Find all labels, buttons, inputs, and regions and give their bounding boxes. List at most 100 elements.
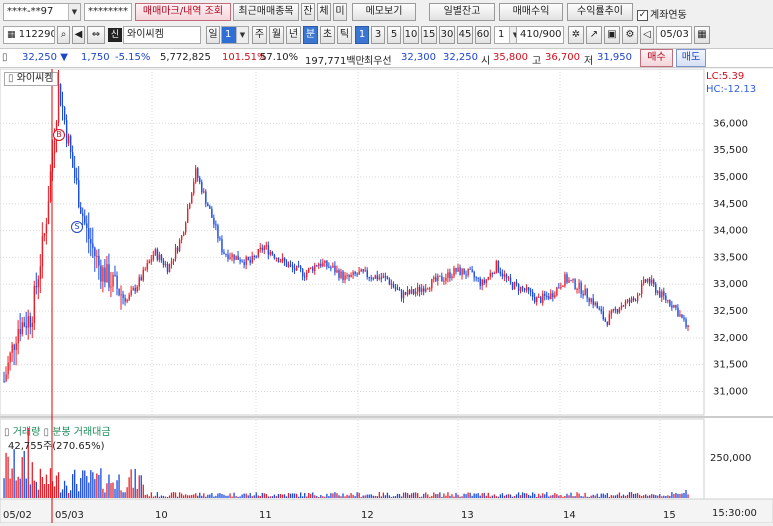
chevron-left-icon[interactable]: ◁ [640, 26, 654, 44]
volume-bar [19, 478, 21, 498]
interval-15-button[interactable]: 15 [421, 26, 437, 44]
recent-trades-button[interactable]: 최근매매종목 [233, 3, 299, 21]
chevron-down-icon[interactable]: ▼ [68, 4, 80, 20]
stock-code-input[interactable]: ▦ 112290 [3, 26, 55, 44]
candlestick-chart[interactable]: 31,000 31,500 32,000 32,500 33,000 33,500 34,0… [0, 68, 773, 524]
search-icon[interactable]: ⌕ [57, 26, 70, 44]
candle-body [302, 269, 304, 277]
stock-name-field[interactable]: 와이씨켐 [123, 26, 201, 44]
speaker-icon[interactable]: ◀ [72, 26, 85, 44]
volume-bar [118, 474, 120, 498]
period-second-button[interactable]: 초 [320, 26, 335, 44]
password-field[interactable]: ******** [84, 3, 132, 21]
volume-bar [610, 495, 613, 498]
interval-5-button[interactable]: 5 [387, 26, 401, 44]
volume-bar [532, 492, 534, 498]
price-chart-area[interactable]: 31,000 31,500 32,000 32,500 33,000 33,500 34,0… [0, 68, 773, 524]
candle-body [378, 277, 381, 280]
stock-legend[interactable]: ▯ 와이씨켐 [4, 72, 58, 86]
buy-marker[interactable]: B [53, 129, 65, 141]
arrows-icon[interactable]: ⇔ [87, 26, 105, 44]
sell-marker[interactable]: S [71, 221, 83, 233]
daily-balance-button[interactable]: 일별잔고 [429, 3, 495, 21]
volume-bar [15, 480, 17, 498]
low-price: 31,950 [597, 52, 632, 63]
candle-body [140, 277, 142, 281]
account-select[interactable]: ****-**97 ▼ [3, 3, 81, 21]
balance-button[interactable]: 잔 [301, 3, 315, 21]
period-month-button[interactable]: 월 [269, 26, 284, 44]
magic-icon[interactable]: ✲ [568, 26, 584, 44]
volume-bar [340, 496, 342, 498]
candle-body [25, 326, 27, 328]
return-trend-button[interactable]: 수익률추이 [567, 3, 633, 21]
candle-body [485, 279, 488, 284]
volume-bar [578, 493, 580, 498]
period-tick-button[interactable]: 틱 [337, 26, 352, 44]
volume-bar [11, 468, 13, 498]
interval-10-button[interactable]: 10 [403, 26, 419, 44]
interval-3-button[interactable]: 3 [371, 26, 385, 44]
account-link-checkbox[interactable]: ✓ 계좌연동 [637, 6, 687, 21]
candle-body [408, 290, 411, 294]
gear-icon[interactable]: ⚙ [622, 26, 638, 44]
volume-bar [657, 495, 659, 498]
interval-45-button[interactable]: 45 [457, 26, 473, 44]
candle-body [47, 201, 50, 225]
candle-body [63, 107, 66, 121]
volume-bar [7, 456, 9, 498]
volume-bar [457, 494, 459, 498]
calendar-icon[interactable]: ▦ [694, 26, 710, 44]
interval-60-button[interactable]: 60 [475, 26, 491, 44]
candle-body [304, 276, 306, 278]
lc-indicator: LC:5.39 [706, 71, 745, 82]
volume-bar [515, 494, 518, 498]
x-tick-label: 10 [155, 510, 168, 521]
interval-1-button[interactable]: 1 [355, 26, 369, 44]
trade-history-button[interactable]: 매매마크/내역 조회 [135, 3, 231, 21]
candle-body [431, 279, 433, 289]
candle-body [37, 279, 40, 288]
candle-body [647, 278, 649, 282]
volume-bar [614, 495, 617, 498]
volume-bar [116, 480, 118, 498]
down-arrow-icon: ▼ [60, 52, 68, 63]
volume-bar [82, 470, 84, 498]
period-day-button[interactable]: 일 [206, 26, 220, 44]
volume-bar [651, 494, 653, 498]
check-icon[interactable]: ✓ [637, 9, 648, 21]
period-count-select[interactable]: 1 ▼ [221, 26, 249, 44]
volume-bar [572, 496, 574, 498]
volume-bar [570, 492, 572, 498]
candle-body [657, 291, 659, 293]
trade-profit-button[interactable]: 매매수익 [499, 3, 563, 21]
buy-button[interactable]: 매수 [640, 49, 673, 67]
candle-body [453, 267, 455, 277]
volume-bar [65, 485, 68, 498]
volume-bar [130, 469, 132, 498]
drag-handle-icon[interactable]: ▯ [2, 52, 8, 63]
volume-bar [645, 494, 647, 498]
draw-icon[interactable]: ↗ [586, 26, 602, 44]
volume-legend[interactable]: ▯ 거래량 ▯ 분봉 거래대금 [4, 423, 111, 438]
period-minute-button[interactable]: 분 [303, 26, 318, 44]
chevron-down-icon[interactable]: ▼ [236, 27, 248, 43]
candle-body [536, 297, 538, 303]
executed-button[interactable]: 체 [317, 3, 331, 21]
memo-button[interactable]: 메모보기 [352, 3, 416, 21]
sell-button[interactable]: 매도 [676, 49, 706, 67]
unexecuted-button[interactable]: 미 [333, 3, 347, 21]
volume-bar [112, 482, 114, 498]
save-icon[interactable]: ▣ [604, 26, 620, 44]
candle-body [620, 305, 623, 309]
candle-count-field[interactable]: 410/900 [516, 26, 564, 44]
period-week-button[interactable]: 주 [252, 26, 267, 44]
candle-body [217, 225, 219, 239]
y-tick-label: 32,000 [713, 333, 748, 344]
period-year-button[interactable]: 년 [286, 26, 301, 44]
interval-30-button[interactable]: 30 [439, 26, 455, 44]
candle-body [384, 276, 387, 278]
y-tick-label: 36,000 [713, 118, 748, 129]
date-field[interactable]: 05/03 [656, 26, 692, 44]
candle-body [451, 276, 453, 279]
